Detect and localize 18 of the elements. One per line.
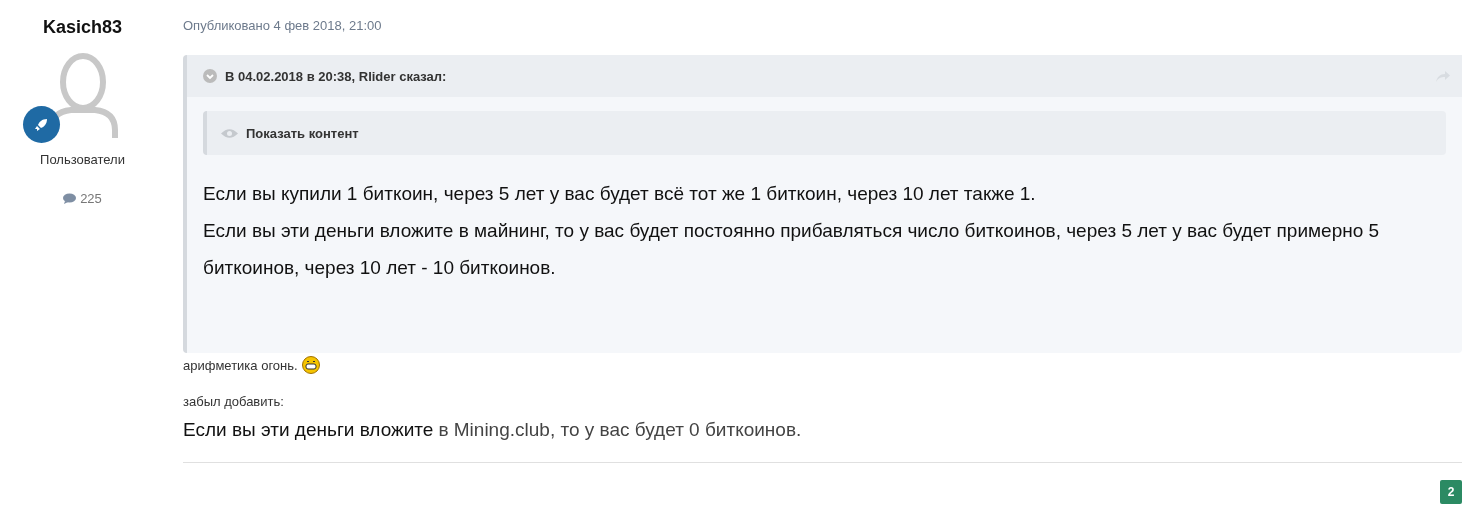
- rocket-icon: [33, 116, 49, 133]
- eye-icon: [221, 127, 238, 139]
- note-text: забыл добавить:: [183, 394, 285, 409]
- user-group: Пользователи: [40, 152, 125, 167]
- remark-text: арифметика огонь.: [183, 357, 298, 373]
- chevron-down-icon[interactable]: [203, 69, 217, 83]
- quote-paragraph: Если вы эти деньги вложите в майнинг, то у вас будет постоянно прибавляться число биткоинов, через 5 лет у вас будет примерно 5 биткоинов, через 10 лет - 10 биткоинов.: [202, 219, 1381, 280]
- final-rest-text: в Mining.club, то у вас будет 0 биткоинов.: [438, 419, 802, 441]
- show-content-button[interactable]: Показать контент: [203, 111, 1446, 155]
- reputation-badge: 2: [1440, 480, 1462, 504]
- author-name[interactable]: Kasich83: [42, 17, 123, 38]
- quote-paragraph: Если вы купили 1 биткоин, через 5 лет у вас будет всё тот же 1 биткоин, через 10 лет также 1.: [202, 182, 1037, 206]
- quote-citation: В 04.02.2018 в 20:38, Rlider сказал:: [225, 68, 448, 84]
- post-count: 225: [80, 191, 102, 206]
- post-date: Опубликовано 4 фев 2018, 21:00: [183, 18, 383, 33]
- grin-emoji-icon: [301, 356, 320, 374]
- final-lead-text: Если вы эти деньги вложите: [183, 419, 434, 441]
- comment-icon: [63, 193, 77, 204]
